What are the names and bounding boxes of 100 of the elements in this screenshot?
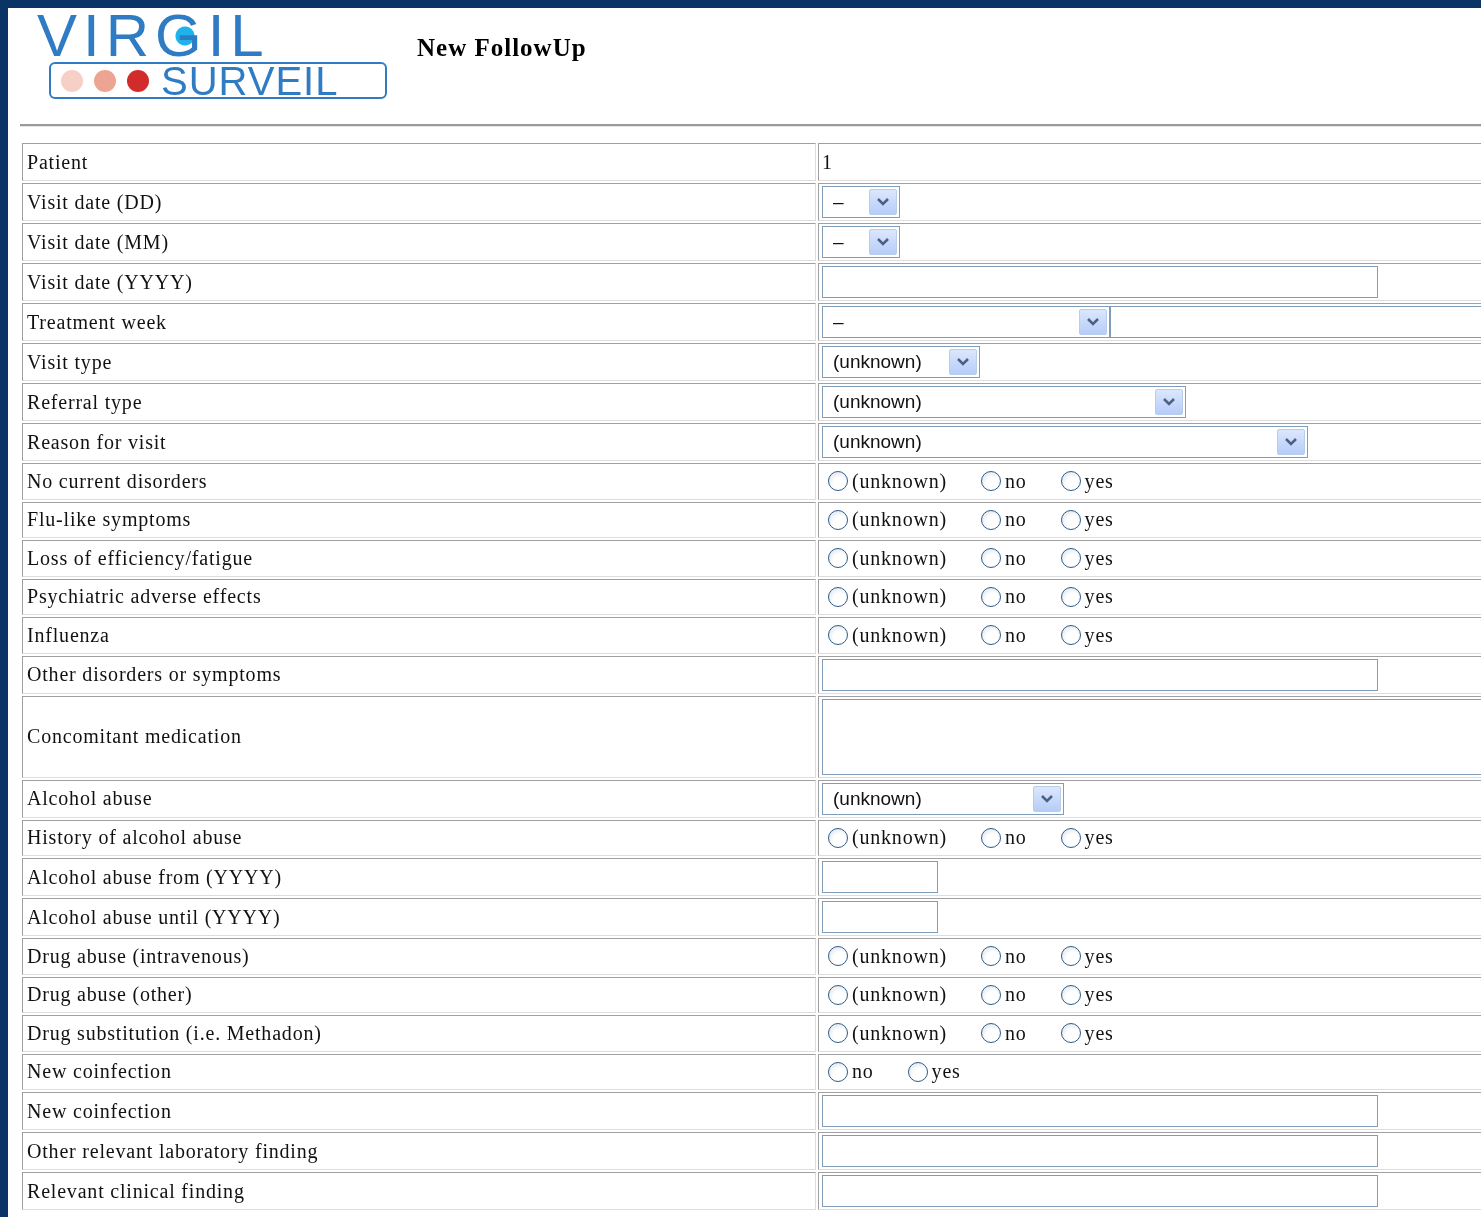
input-field[interactable] <box>1110 306 1481 338</box>
radio-button[interactable] <box>980 984 1001 1005</box>
logo-subtitle: SURVEIL <box>161 63 339 98</box>
radio-button[interactable] <box>907 1061 928 1082</box>
form-label: History of alcohol abuse <box>22 819 816 856</box>
form-label: Loss of efficiency/fatigue <box>22 540 816 577</box>
radio-button[interactable] <box>828 586 848 607</box>
radio-button[interactable] <box>1060 1023 1081 1044</box>
radio-button[interactable] <box>1060 509 1081 530</box>
radio-label: (unknown) <box>852 983 947 1007</box>
input-field[interactable] <box>822 1135 1378 1167</box>
form-label: Concomitant medication <box>22 695 816 778</box>
radio-label: yes <box>1084 585 1114 609</box>
form-label: Flu-like symptoms <box>22 501 816 538</box>
radio-button[interactable] <box>828 471 848 492</box>
radio-button[interactable] <box>980 1023 1001 1044</box>
chevron-down-icon <box>1033 785 1061 812</box>
radio-label: no <box>852 1060 874 1084</box>
radio-label: no <box>1004 826 1027 850</box>
radio-button[interactable] <box>980 586 1001 607</box>
dropdown-field[interactable]: (unknown) <box>822 426 1308 458</box>
chevron-down-icon <box>1079 309 1108 335</box>
patient-value: 1 <box>818 143 1481 181</box>
radio-button[interactable] <box>980 548 1001 569</box>
input-field[interactable] <box>822 861 938 893</box>
form-label: Relevant clinical finding <box>22 1172 816 1210</box>
dropdown-field[interactable]: – <box>822 226 900 258</box>
radio-label: yes <box>1084 623 1114 647</box>
form-label: Other relevant laboratory finding <box>22 1132 816 1170</box>
radio-label: yes <box>1084 826 1114 850</box>
radio-label: yes <box>1084 508 1114 532</box>
radio-button[interactable] <box>828 1061 848 1082</box>
dropdown-field[interactable]: (unknown) <box>822 346 980 378</box>
page-title: New FollowUp <box>417 34 587 62</box>
radio-button[interactable] <box>980 625 1001 646</box>
input-field[interactable] <box>822 901 938 933</box>
form-label: Referral type <box>22 383 816 421</box>
radio-label: no <box>1004 1021 1027 1045</box>
dropdown-field[interactable]: – <box>822 186 900 218</box>
radio-label: yes <box>1084 469 1114 493</box>
radio-button[interactable] <box>828 509 848 530</box>
radio-label: (unknown) <box>852 826 947 850</box>
radio-label: yes <box>1084 983 1114 1007</box>
radio-button[interactable] <box>980 946 1001 967</box>
radio-label: no <box>1004 508 1027 532</box>
radio-label: (unknown) <box>852 944 947 968</box>
radio-button[interactable] <box>1060 586 1081 607</box>
chevron-down-icon <box>869 229 897 255</box>
form-label: New coinfection <box>22 1092 816 1130</box>
radio-button[interactable] <box>980 509 1001 530</box>
chevron-down-icon <box>1277 429 1305 455</box>
form-label: Visit date (MM) <box>22 223 816 261</box>
radio-label: no <box>1004 469 1027 493</box>
radio-label: (unknown) <box>852 508 947 532</box>
form-label: No current disorders <box>22 463 816 500</box>
radio-button[interactable] <box>1060 984 1081 1005</box>
radio-label: (unknown) <box>852 546 947 570</box>
form-label: Visit date (YYYY) <box>22 263 816 301</box>
form-label: Visit type <box>22 343 816 381</box>
form-label: Drug abuse (intravenous) <box>22 938 816 975</box>
form-label: Alcohol abuse <box>22 779 816 818</box>
radio-button[interactable] <box>1060 548 1081 569</box>
radio-label: yes <box>931 1060 961 1084</box>
dropdown-field[interactable]: (unknown) <box>822 386 1186 418</box>
form-label: Psychiatric adverse effects <box>22 578 816 615</box>
form-label: Alcohol abuse until (YYYY) <box>22 898 816 936</box>
chevron-down-icon <box>869 189 897 215</box>
dropdown-field[interactable]: (unknown) <box>822 782 1064 815</box>
radio-button[interactable] <box>828 984 848 1005</box>
radio-button[interactable] <box>828 548 848 569</box>
radio-button[interactable] <box>1060 625 1081 646</box>
chevron-down-icon <box>949 349 977 375</box>
radio-button[interactable] <box>1060 827 1081 848</box>
form-label: New coinfection <box>22 1053 816 1090</box>
radio-button[interactable] <box>828 946 848 967</box>
form-label: Other disorders or symptoms <box>22 655 816 694</box>
dropdown-field[interactable]: – <box>822 306 1111 338</box>
form-label: Influenza <box>22 617 816 654</box>
chevron-down-icon <box>1155 389 1183 415</box>
radio-label: (unknown) <box>852 585 947 609</box>
input-field[interactable] <box>822 1175 1378 1207</box>
radio-label: no <box>1004 944 1027 968</box>
radio-button[interactable] <box>980 827 1001 848</box>
form-label: Reason for visit <box>22 423 816 461</box>
radio-label: (unknown) <box>852 623 947 647</box>
radio-button[interactable] <box>1060 946 1081 967</box>
input-field[interactable] <box>822 658 1378 691</box>
form-label: Drug abuse (other) <box>22 976 816 1013</box>
form-label: Visit date (DD) <box>22 183 816 221</box>
radio-label: (unknown) <box>852 1021 947 1045</box>
form-label: Patient <box>22 143 816 181</box>
input-field[interactable] <box>822 1095 1378 1127</box>
radio-label: no <box>1004 546 1027 570</box>
radio-button[interactable] <box>1060 471 1081 492</box>
input-field[interactable] <box>822 266 1378 298</box>
radio-label: no <box>1004 983 1027 1007</box>
radio-button[interactable] <box>828 827 848 848</box>
radio-button[interactable] <box>980 471 1001 492</box>
radio-button[interactable] <box>828 625 848 646</box>
radio-button[interactable] <box>828 1023 848 1044</box>
